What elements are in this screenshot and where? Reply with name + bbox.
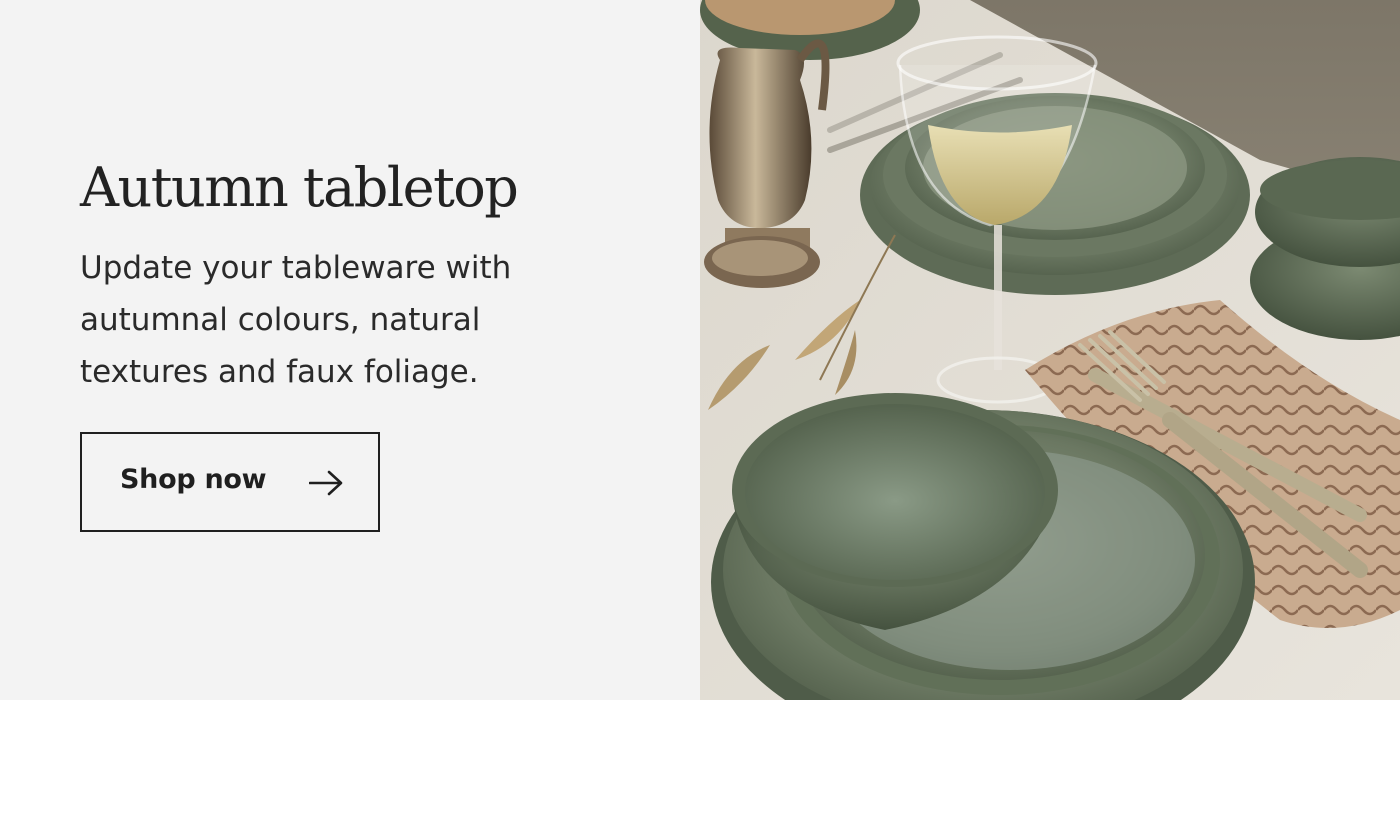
- tabletop-photo: [700, 0, 1400, 700]
- shop-now-label: Shop now: [120, 464, 267, 495]
- text-panel: Autumn tabletop Update your tableware wi…: [0, 0, 700, 700]
- page-footer-space: [0, 700, 1400, 826]
- promo-banner: Autumn tabletop Update your tableware wi…: [0, 0, 1400, 700]
- tableware-illustration: [700, 0, 1400, 700]
- arrow-right-icon: [309, 470, 343, 496]
- banner-description: Update your tableware with autumnal colo…: [80, 250, 512, 390]
- banner-headline: Autumn tabletop: [80, 156, 519, 219]
- shop-now-button[interactable]: Shop now: [80, 432, 380, 532]
